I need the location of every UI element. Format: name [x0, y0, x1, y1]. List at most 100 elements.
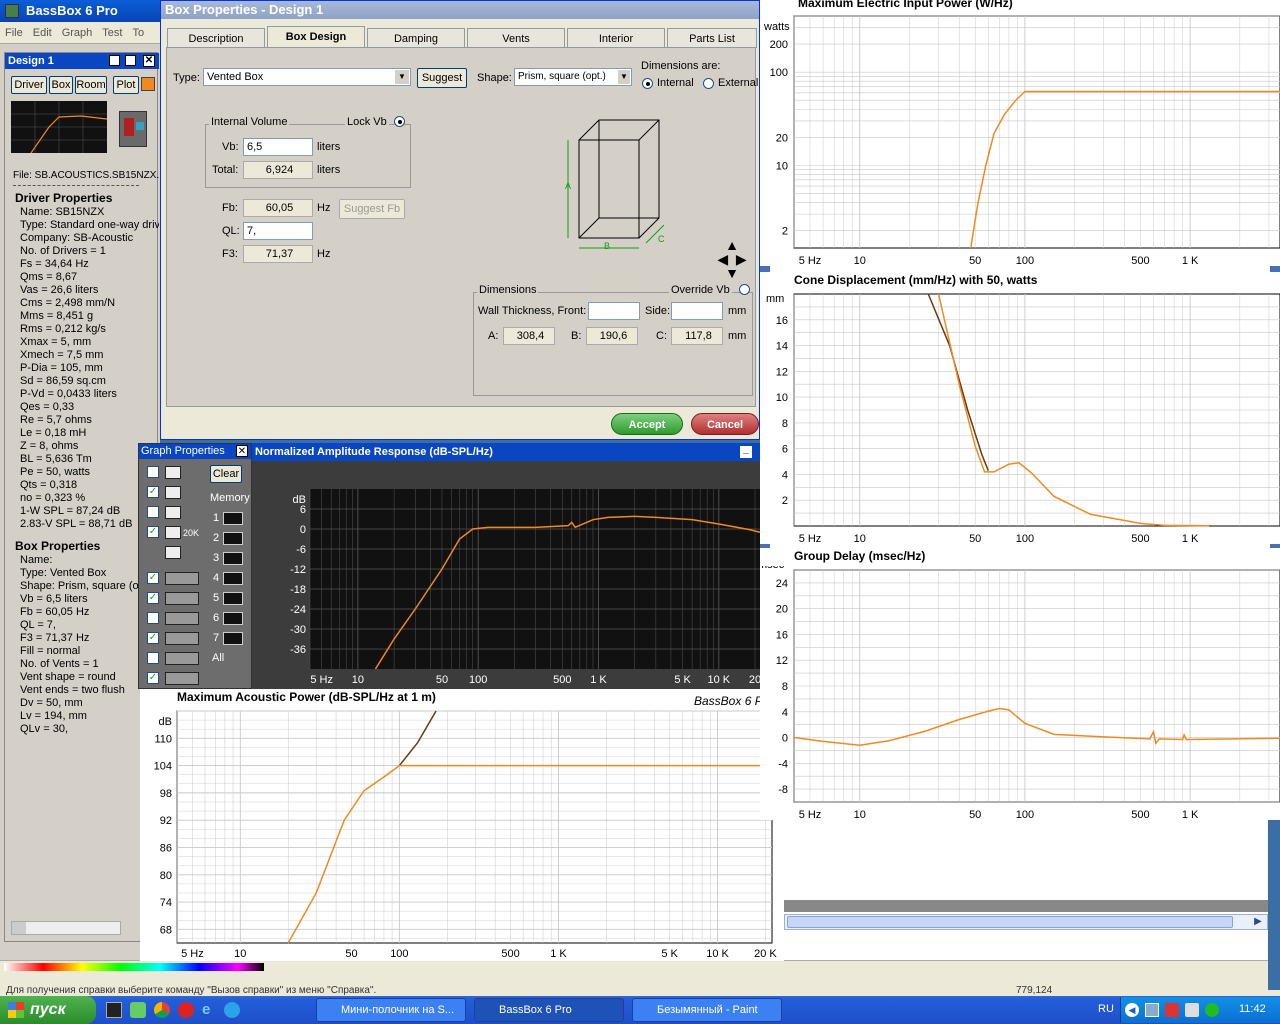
- ie-icon[interactable]: e: [202, 1002, 218, 1018]
- graph-option-checkbox[interactable]: ✓: [147, 632, 159, 644]
- design-panel-titlebar[interactable]: Design 1 ✕: [5, 53, 159, 69]
- graph-option-checkbox[interactable]: ✓: [147, 572, 159, 584]
- view-icon[interactable]: [165, 546, 181, 559]
- antivirus-icon[interactable]: [1165, 1003, 1179, 1017]
- range-icon[interactable]: [165, 526, 181, 539]
- skype-icon[interactable]: [224, 1002, 240, 1018]
- taskbar-item-bassbox[interactable]: BassBox 6 Pro: [474, 998, 624, 1022]
- spl-icon[interactable]: [165, 632, 199, 645]
- external-radio[interactable]: [703, 78, 714, 89]
- memory-slot-button[interactable]: [223, 592, 243, 605]
- graph-option-checkbox[interactable]: [147, 466, 159, 478]
- color-swatch[interactable]: [141, 77, 155, 91]
- language-indicator[interactable]: RU: [1098, 1003, 1114, 1015]
- vb-input[interactable]: 6,5: [243, 138, 313, 156]
- plus-icon[interactable]: [165, 466, 181, 479]
- room-button[interactable]: Room: [75, 76, 107, 94]
- lock-vb-radio[interactable]: [394, 116, 405, 127]
- splitter-handle[interactable]: [1270, 266, 1280, 272]
- tab-description[interactable]: Description: [167, 28, 265, 48]
- horizontal-scrollbar[interactable]: [11, 921, 121, 935]
- menu-tools[interactable]: To: [127, 27, 149, 39]
- nar-titlebar[interactable]: Normalized Amplitude Response (dB-SPL/Hz…: [252, 443, 760, 461]
- chevron-left-icon[interactable]: ◀: [1125, 1003, 1139, 1017]
- map-plot[interactable]: 110 104 98 92 86 80 74 68 dB 5 Hz 10 50 100 500 1 K 5 K…: [140, 705, 784, 963]
- mute-icon[interactable]: [165, 652, 199, 665]
- horizontal-scrollbar[interactable]: ▶: [784, 914, 1268, 930]
- memory-slot-button[interactable]: [223, 632, 243, 645]
- suggest-fb-button[interactable]: Suggest Fb: [339, 199, 405, 219]
- splitter-handle[interactable]: [760, 266, 770, 272]
- graph-option-checkbox[interactable]: ✓: [147, 592, 159, 604]
- ql-input[interactable]: 7,: [243, 222, 313, 240]
- taskbar-item-paint[interactable]: Безымянный - Paint: [632, 998, 782, 1022]
- graph-option-checkbox[interactable]: ✓: [147, 486, 159, 498]
- memory-all[interactable]: All: [212, 652, 224, 664]
- internal-radio[interactable]: [642, 78, 653, 89]
- close-icon[interactable]: ✕: [143, 55, 155, 67]
- memory-slot-button[interactable]: [223, 572, 243, 585]
- minimize-icon[interactable]: [109, 55, 120, 66]
- tab-parts-list[interactable]: Parts List: [667, 28, 757, 48]
- memory-slot-button[interactable]: [223, 512, 243, 525]
- speaker-sound-icon[interactable]: [165, 572, 199, 585]
- splitter-handle[interactable]: [1270, 544, 1280, 548]
- chrome-icon[interactable]: [154, 1002, 170, 1018]
- tab-vents[interactable]: Vents: [467, 28, 565, 48]
- box-button[interactable]: Box: [49, 76, 73, 94]
- tab-interior[interactable]: Interior: [567, 28, 665, 48]
- clear-button[interactable]: Clear: [210, 465, 242, 483]
- graph-option-checkbox[interactable]: [147, 506, 159, 518]
- nar-plot[interactable]: 60-6-12-18-24-30-36dB5 Hz 10 50 100 500 1 K5 …: [278, 461, 760, 689]
- opera-icon[interactable]: [178, 1002, 194, 1018]
- cursor-icon[interactable]: [165, 506, 181, 519]
- graph-option-checkbox[interactable]: [147, 652, 159, 664]
- memory-slot-button[interactable]: [223, 532, 243, 545]
- meip-plot[interactable]: 200 100 20 10 2 watts 5 Hz 10 50 100 500 1 K: [760, 12, 1280, 272]
- close-icon[interactable]: ✕: [236, 445, 248, 457]
- restore-icon[interactable]: [125, 55, 136, 66]
- security-icon[interactable]: [1205, 1003, 1219, 1017]
- start-button[interactable]: пуск: [0, 996, 96, 1024]
- tab-box-design[interactable]: Box Design: [267, 26, 365, 48]
- graph-option-checkbox[interactable]: [147, 612, 159, 624]
- accept-button[interactable]: Accept: [611, 413, 683, 435]
- minimize-icon[interactable]: _: [740, 445, 752, 458]
- taskbar-item-browser[interactable]: Мини-полочник на S...: [316, 998, 466, 1022]
- type-select[interactable]: Vented Box ▼: [203, 68, 411, 86]
- memory-slot-button[interactable]: [223, 552, 243, 565]
- tab-damping[interactable]: Damping: [367, 28, 465, 48]
- main-window-titlebar[interactable]: BassBox 6 Pro: [0, 0, 160, 22]
- volume-icon[interactable]: [1185, 1003, 1199, 1017]
- cd-plot[interactable]: 16 14 12 10 8 6 4 2 mm 5 Hz 10 50 100 500 1 K: [760, 290, 1280, 548]
- meter-icon[interactable]: [165, 672, 199, 685]
- room-icon[interactable]: [165, 612, 199, 625]
- plot-button[interactable]: Plot: [113, 76, 139, 94]
- gd-plot[interactable]: 24201612840-4-8msec5 Hz10501005001 K: [760, 566, 1280, 822]
- graph-option-checkbox[interactable]: ✓: [147, 526, 159, 538]
- network-icon[interactable]: [1145, 1003, 1159, 1017]
- driver-button[interactable]: Driver: [11, 76, 47, 94]
- desktop-icon[interactable]: [106, 1002, 122, 1018]
- vertical-scroll-strip[interactable]: [1268, 820, 1280, 990]
- graph-properties-titlebar[interactable]: Graph Properties ✕: [139, 444, 251, 459]
- dialog-titlebar[interactable]: Box Properties - Design 1: [161, 1, 759, 19]
- splitter-handle[interactable]: [760, 544, 770, 548]
- rotate-arrows-icon[interactable]: ▲ ◀ ▶ ▼: [712, 238, 752, 280]
- menu-file[interactable]: File: [0, 27, 28, 39]
- properties-scroll[interactable]: Driver Properties Name: SB15NZX Type: Sta…: [5, 191, 159, 921]
- menu-graph[interactable]: Graph: [57, 27, 98, 39]
- driver-icon[interactable]: [165, 592, 199, 605]
- menu-test[interactable]: Test: [97, 27, 127, 39]
- chevron-right-icon[interactable]: ▶: [1251, 915, 1265, 929]
- override-vb-radio[interactable]: [739, 284, 750, 295]
- suggest-button[interactable]: Suggest: [417, 68, 467, 88]
- menu-edit[interactable]: Edit: [28, 27, 57, 39]
- graph-option-checkbox[interactable]: ✓: [147, 672, 159, 684]
- wall-front-input[interactable]: [588, 302, 640, 320]
- cancel-button[interactable]: Cancel: [691, 413, 759, 435]
- grid-icon[interactable]: [165, 486, 181, 499]
- memory-slot-button[interactable]: [223, 612, 243, 625]
- app-icon[interactable]: [130, 1002, 146, 1018]
- shape-select[interactable]: Prism, square (opt.) ▼: [514, 68, 632, 86]
